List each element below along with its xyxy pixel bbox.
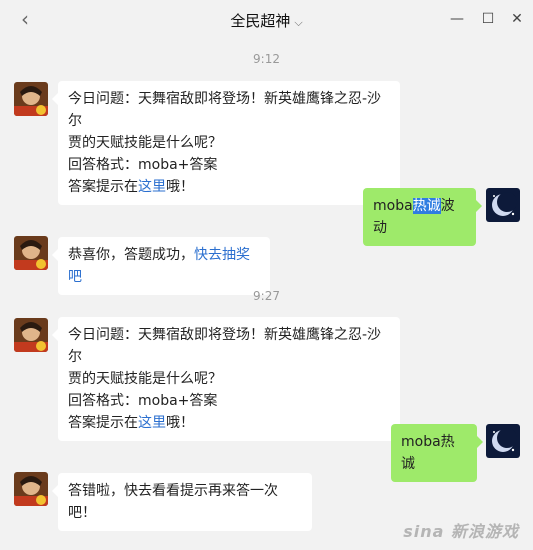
moon-avatar-icon <box>486 188 520 222</box>
sina-watermark: sina 新浪游戏 <box>403 522 519 541</box>
hero-avatar-icon <box>14 472 48 506</box>
message-bubble: 答错啦，快去看看提示再来答一次吧！ <box>52 473 312 531</box>
message-line: 今日问题：天舞宿敌即将登场！新英雄鹰锋之忍-沙尔 <box>68 91 382 129</box>
chat-title: 全民超神 <box>230 12 291 30</box>
message-line: 回答格式：moba+答案 <box>68 157 218 173</box>
message-bubble: 恭喜你，答题成功，快去抽奖吧 <box>52 237 270 295</box>
hero-avatar-icon <box>14 318 48 352</box>
message-line: 贾的天赋技能是什么呢？ <box>68 135 222 151</box>
user-avatar[interactable] <box>486 424 520 458</box>
hint-link[interactable]: 这里 <box>138 415 166 431</box>
user-message-bubble: moba热诚波动 <box>363 188 482 246</box>
message-bubble: 今日问题：天舞宿敌即将登场！新英雄鹰锋之忍-沙尔 贾的天赋技能是什么呢？ 回答格… <box>52 317 400 441</box>
timestamp: 9:27 <box>253 289 280 303</box>
maximize-icon[interactable]: ☐ <box>477 8 499 30</box>
timestamp: 9:12 <box>253 52 280 66</box>
hint-link[interactable]: 这里 <box>138 179 166 195</box>
message-line: 回答格式：moba+答案 <box>68 393 218 409</box>
message-bubble: 今日问题：天舞宿敌即将登场！新英雄鹰锋之忍-沙尔 贾的天赋技能是什么呢？ 回答格… <box>52 81 400 205</box>
title-bar: ‹ 全民超神 ⌵ — ☐ ✕ <box>0 0 533 40</box>
bot-avatar[interactable] <box>14 318 48 352</box>
bot-avatar[interactable] <box>14 236 48 270</box>
hero-avatar-icon <box>14 236 48 270</box>
message-line: 今日问题：天舞宿敌即将登场！新英雄鹰锋之忍-沙尔 <box>68 327 382 365</box>
hero-avatar-icon <box>14 82 48 116</box>
moon-avatar-icon <box>486 424 520 458</box>
message-line: 答案提示在这里哦！ <box>68 415 194 431</box>
bot-avatar[interactable] <box>14 472 48 506</box>
bot-avatar[interactable] <box>14 82 48 116</box>
chevron-down-icon: ⌵ <box>294 16 303 29</box>
selected-text[interactable]: 热诚 <box>412 198 441 214</box>
user-message-bubble: moba热诚 <box>391 424 483 482</box>
message-line: 答案提示在这里哦！ <box>68 179 194 195</box>
user-avatar[interactable] <box>486 188 520 222</box>
message-line: 贾的天赋技能是什么呢？ <box>68 371 222 387</box>
close-icon[interactable]: ✕ <box>506 8 528 30</box>
minimize-icon[interactable]: — <box>446 8 468 30</box>
